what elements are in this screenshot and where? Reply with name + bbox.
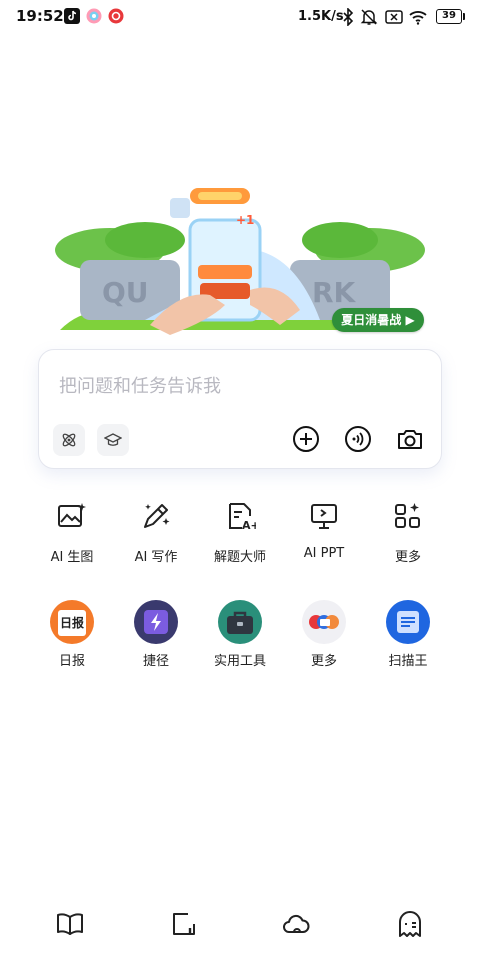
apps-row: 日报 日报 捷径 实用工具 更多 扫描王 bbox=[30, 600, 450, 670]
prompt-card[interactable]: 把问题和任务告诉我 bbox=[38, 349, 442, 469]
no-sim-icon bbox=[385, 10, 403, 24]
battery-indicator: 39 bbox=[436, 9, 462, 24]
tool-problem-solver[interactable]: A+ 解题大师 bbox=[198, 500, 282, 565]
presentation-icon bbox=[311, 504, 337, 529]
app-screen: 19:52 1.5K/s 39 QU RK +1 夏日消暑战 ▶ 把问题和任务告… bbox=[0, 0, 480, 960]
app-label: 日报 bbox=[58, 654, 85, 669]
tool-label: AI 生图 bbox=[50, 550, 94, 565]
tool-label: 更多 bbox=[394, 550, 421, 565]
daily-icon-text: 日报 bbox=[58, 610, 86, 636]
tool-more[interactable]: 更多 bbox=[366, 500, 450, 565]
app-label: 更多 bbox=[310, 654, 337, 669]
study-mode-button[interactable] bbox=[97, 424, 129, 456]
app-label: 实用工具 bbox=[213, 654, 266, 669]
app-label: 捷径 bbox=[142, 654, 169, 669]
cloud-icon[interactable] bbox=[280, 908, 312, 940]
status-bar: 19:52 1.5K/s 39 bbox=[0, 0, 480, 36]
voice-call-button[interactable] bbox=[343, 424, 373, 454]
tiktok-notification-icon bbox=[64, 8, 80, 24]
app-shortcut[interactable]: 捷径 bbox=[114, 600, 198, 670]
app-scanner[interactable]: 扫描王 bbox=[366, 600, 450, 670]
note-icon[interactable] bbox=[168, 908, 200, 940]
graduation-cap-icon bbox=[104, 433, 122, 446]
status-time: 19:52 bbox=[16, 7, 64, 25]
app-utilities[interactable]: 实用工具 bbox=[198, 600, 282, 670]
toolbox-icon bbox=[218, 600, 262, 644]
add-button[interactable] bbox=[291, 424, 321, 454]
atom-mode-button[interactable] bbox=[53, 424, 85, 456]
gallery-notification-icon bbox=[86, 8, 102, 24]
plus-circle-icon bbox=[293, 426, 319, 452]
camera-icon bbox=[398, 430, 422, 449]
bluetooth-icon bbox=[343, 8, 354, 26]
atom-icon bbox=[62, 433, 76, 447]
pen-sparkle-icon bbox=[144, 504, 170, 528]
battery-tip bbox=[463, 13, 465, 20]
assistant-ghost-icon[interactable] bbox=[394, 908, 426, 940]
mute-bell-icon bbox=[360, 9, 378, 25]
tool-ai-ppt[interactable]: AI PPT bbox=[282, 500, 366, 561]
wifi-icon bbox=[409, 11, 427, 25]
music-notification-icon bbox=[108, 8, 124, 24]
summer-event-badge[interactable]: 夏日消暑战 ▶ bbox=[332, 308, 424, 332]
network-speed: 1.5K/s bbox=[298, 9, 344, 24]
tool-label: AI PPT bbox=[303, 546, 345, 561]
apps-grid-icon bbox=[395, 503, 420, 528]
book-icon[interactable] bbox=[54, 908, 86, 940]
scanner-icon bbox=[386, 600, 430, 644]
tool-label: AI 写作 bbox=[134, 550, 178, 565]
svg-text:RK: RK bbox=[312, 276, 357, 309]
shortcut-lightning-icon bbox=[134, 600, 178, 644]
app-more[interactable]: 更多 bbox=[282, 600, 366, 670]
document-grade-icon: A+ bbox=[229, 503, 260, 532]
svg-text:+1: +1 bbox=[236, 213, 254, 227]
daily-news-icon: 日报 bbox=[50, 600, 94, 644]
image-sparkle-icon bbox=[58, 503, 86, 527]
svg-text:QU: QU bbox=[102, 276, 149, 309]
voice-waves-icon bbox=[345, 426, 371, 452]
tool-ai-writing[interactable]: AI 写作 bbox=[114, 500, 198, 565]
ai-tools-row: AI 生图 AI 写作 A+ 解题大师 AI PPT 更多 bbox=[30, 500, 450, 565]
svg-text:A+: A+ bbox=[242, 519, 256, 532]
app-label: 扫描王 bbox=[388, 654, 428, 669]
app-daily[interactable]: 日报 日报 bbox=[30, 600, 114, 670]
bottom-nav bbox=[0, 900, 480, 950]
tool-label: 解题大师 bbox=[213, 550, 266, 565]
more-apps-icon bbox=[302, 600, 346, 644]
camera-button[interactable] bbox=[395, 424, 425, 454]
prompt-input[interactable]: 把问题和任务告诉我 bbox=[59, 372, 221, 398]
tool-ai-image[interactable]: AI 生图 bbox=[30, 500, 114, 565]
